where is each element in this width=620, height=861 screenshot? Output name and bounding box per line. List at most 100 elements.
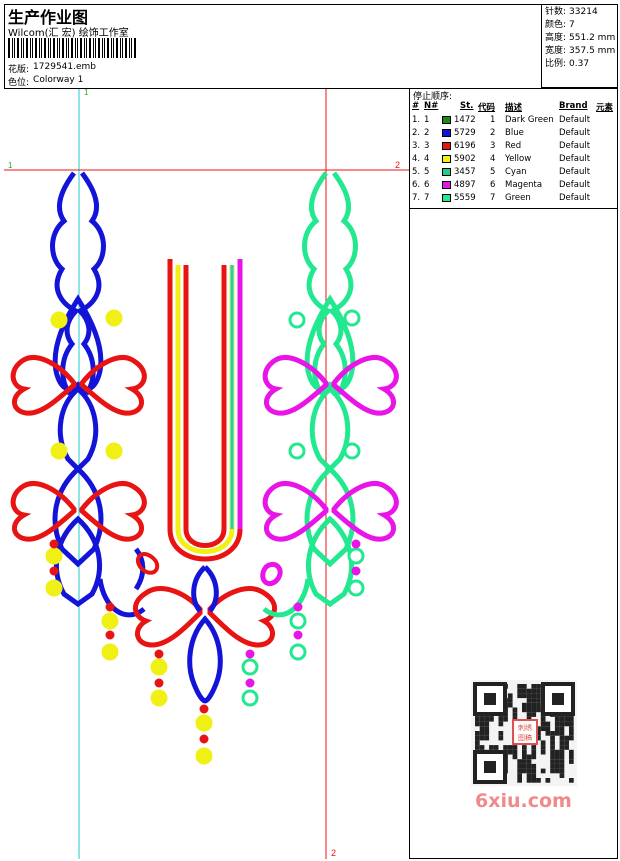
color-swatch: [442, 129, 451, 137]
bead: [293, 630, 303, 640]
marker-1-top: 1: [84, 89, 89, 97]
row-description: Yellow: [505, 154, 532, 164]
embroidery-design-canvas: 1 1 2 2: [4, 89, 409, 859]
design-value: 1729541.emb: [33, 62, 97, 72]
stop-sequence-panel: 停止顺序: # N# St. 代码 描述 Brand 元素 1. 1 1472 1 Da…: [409, 88, 618, 209]
stop-sequence-row: 6. 6 4897 6 Magenta Default: [410, 180, 616, 193]
row-description: Red: [505, 141, 522, 151]
stop-sequence-row: 3. 3 6196 3 Red Default: [410, 141, 616, 154]
row-number: 2.: [412, 128, 421, 138]
row-needle: 7: [424, 193, 430, 203]
row-brand: Default: [559, 141, 591, 151]
bead: [105, 442, 123, 460]
stop-sequence-header: # N# St. 代码 描述 Brand 元素: [410, 101, 616, 113]
col-needle: N#: [424, 101, 439, 111]
bead: [105, 630, 115, 640]
color-swatch: [442, 168, 451, 176]
color-swatch: [442, 142, 451, 150]
marker-2-right: 2: [395, 160, 400, 170]
row-description: Dark Green: [505, 115, 554, 125]
row-needle: 4: [424, 154, 430, 164]
row-needle: 1: [424, 115, 430, 125]
site-watermark: 6xiu.com: [475, 790, 572, 812]
bead: [289, 643, 307, 661]
color-count-row: 颜色: 7: [545, 20, 575, 30]
stop-sequence-row: 7. 7 5559 7 Green Default: [410, 193, 616, 206]
colorway-value: Colorway 1: [33, 75, 84, 85]
bead: [154, 649, 164, 659]
row-needle: 2: [424, 128, 430, 138]
row-needle: 5: [424, 167, 430, 177]
height-row: 高度: 551.2 mm: [545, 33, 616, 43]
row-brand: Default: [559, 128, 591, 138]
bead: [101, 612, 119, 630]
row-needle: 3: [424, 141, 430, 151]
qr-code: 刺绣 图稿: [471, 680, 577, 786]
row-description: Cyan: [505, 167, 527, 177]
color-swatch: [442, 194, 451, 202]
stop-sequence-row: 1. 1 1472 1 Dark Green Default: [410, 115, 616, 128]
row-number: 5.: [412, 167, 421, 177]
bead: [245, 678, 255, 688]
marker-1-left: 1: [8, 161, 13, 170]
row-number: 7.: [412, 193, 421, 203]
color-count: 7: [569, 20, 575, 30]
stitch-count-row: 针数: 33214: [545, 7, 598, 17]
row-number: 1.: [412, 115, 421, 125]
row-number: 4.: [412, 154, 421, 164]
bead: [199, 734, 209, 744]
bead: [351, 539, 361, 549]
row-brand: Default: [559, 115, 591, 125]
width-value: 357.5 mm: [569, 46, 616, 56]
color-swatch: [442, 116, 451, 124]
svg-text:图稿: 图稿: [518, 733, 532, 742]
colorway-row: 色位: Colorway 1: [8, 75, 83, 88]
bead: [195, 747, 213, 765]
bead: [293, 602, 303, 612]
row-brand: Default: [559, 193, 591, 203]
bead: [289, 612, 307, 630]
bead: [241, 658, 259, 676]
row-code: 1: [490, 115, 496, 125]
row-code: 6: [490, 180, 496, 190]
bead: [288, 311, 306, 329]
bead: [50, 311, 68, 329]
row-stitches: 3457: [454, 167, 476, 177]
row-needle: 6: [424, 180, 430, 190]
stop-sequence-row: 4. 4 5902 4 Yellow Default: [410, 154, 616, 167]
bead: [49, 566, 59, 576]
bead: [45, 547, 63, 565]
row-number: 6.: [412, 180, 421, 190]
marker-2-bottom: 2: [331, 848, 336, 858]
col-code: 代码: [478, 103, 496, 113]
row-number: 3.: [412, 141, 421, 151]
design-file-row: 花版: 1729541.emb: [8, 62, 96, 75]
row-description: Magenta: [505, 180, 543, 190]
bead: [351, 566, 361, 576]
svg-text:刺绣: 刺绣: [518, 723, 532, 732]
col-element: 元素: [596, 103, 614, 113]
row-brand: Default: [559, 154, 591, 164]
bead: [347, 579, 365, 597]
col-num: #: [412, 101, 420, 111]
col-description: 描述: [505, 103, 523, 113]
bead: [50, 442, 68, 460]
studio-name: Wilcom(汇 宏) 绘饰工作室: [8, 28, 129, 39]
row-stitches: 6196: [454, 141, 476, 151]
bead: [105, 602, 115, 612]
bead: [347, 547, 365, 565]
bead: [343, 442, 361, 460]
row-description: Blue: [505, 128, 524, 138]
design-label: 花版:: [8, 65, 30, 75]
stop-sequence-row: 2. 2 5729 2 Blue Default: [410, 128, 616, 141]
row-code: 7: [490, 193, 496, 203]
bead: [154, 678, 164, 688]
design-info-box: 针数: 33214 颜色: 7 高度: 551.2 mm 宽度: 357.5 mm 比例…: [541, 4, 618, 88]
stop-sequence-row: 5. 5 3457 5 Cyan Default: [410, 167, 616, 180]
col-brand: Brand: [559, 101, 588, 111]
bead: [195, 714, 213, 732]
row-stitches: 5902: [454, 154, 476, 164]
row-stitches: 4897: [454, 180, 476, 190]
bead: [199, 704, 209, 714]
bead: [105, 309, 123, 327]
